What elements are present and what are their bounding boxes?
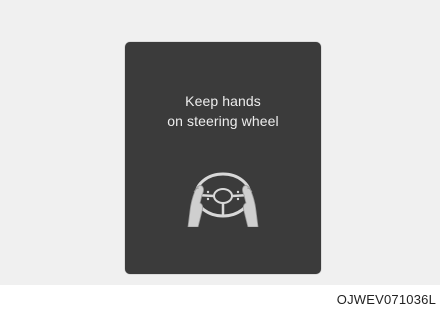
message-line-2: on steering wheel: [167, 113, 279, 129]
warning-message: Keep hands on steering wheel: [125, 91, 321, 131]
figure-code: OJWEV071036L: [336, 292, 436, 307]
hands-on-steering-wheel-icon: [187, 172, 259, 227]
cluster-display: Keep hands on steering wheel: [125, 42, 321, 274]
message-line-1: Keep hands: [185, 93, 261, 109]
figure-frame: Keep hands on steering wheel: [0, 0, 440, 285]
